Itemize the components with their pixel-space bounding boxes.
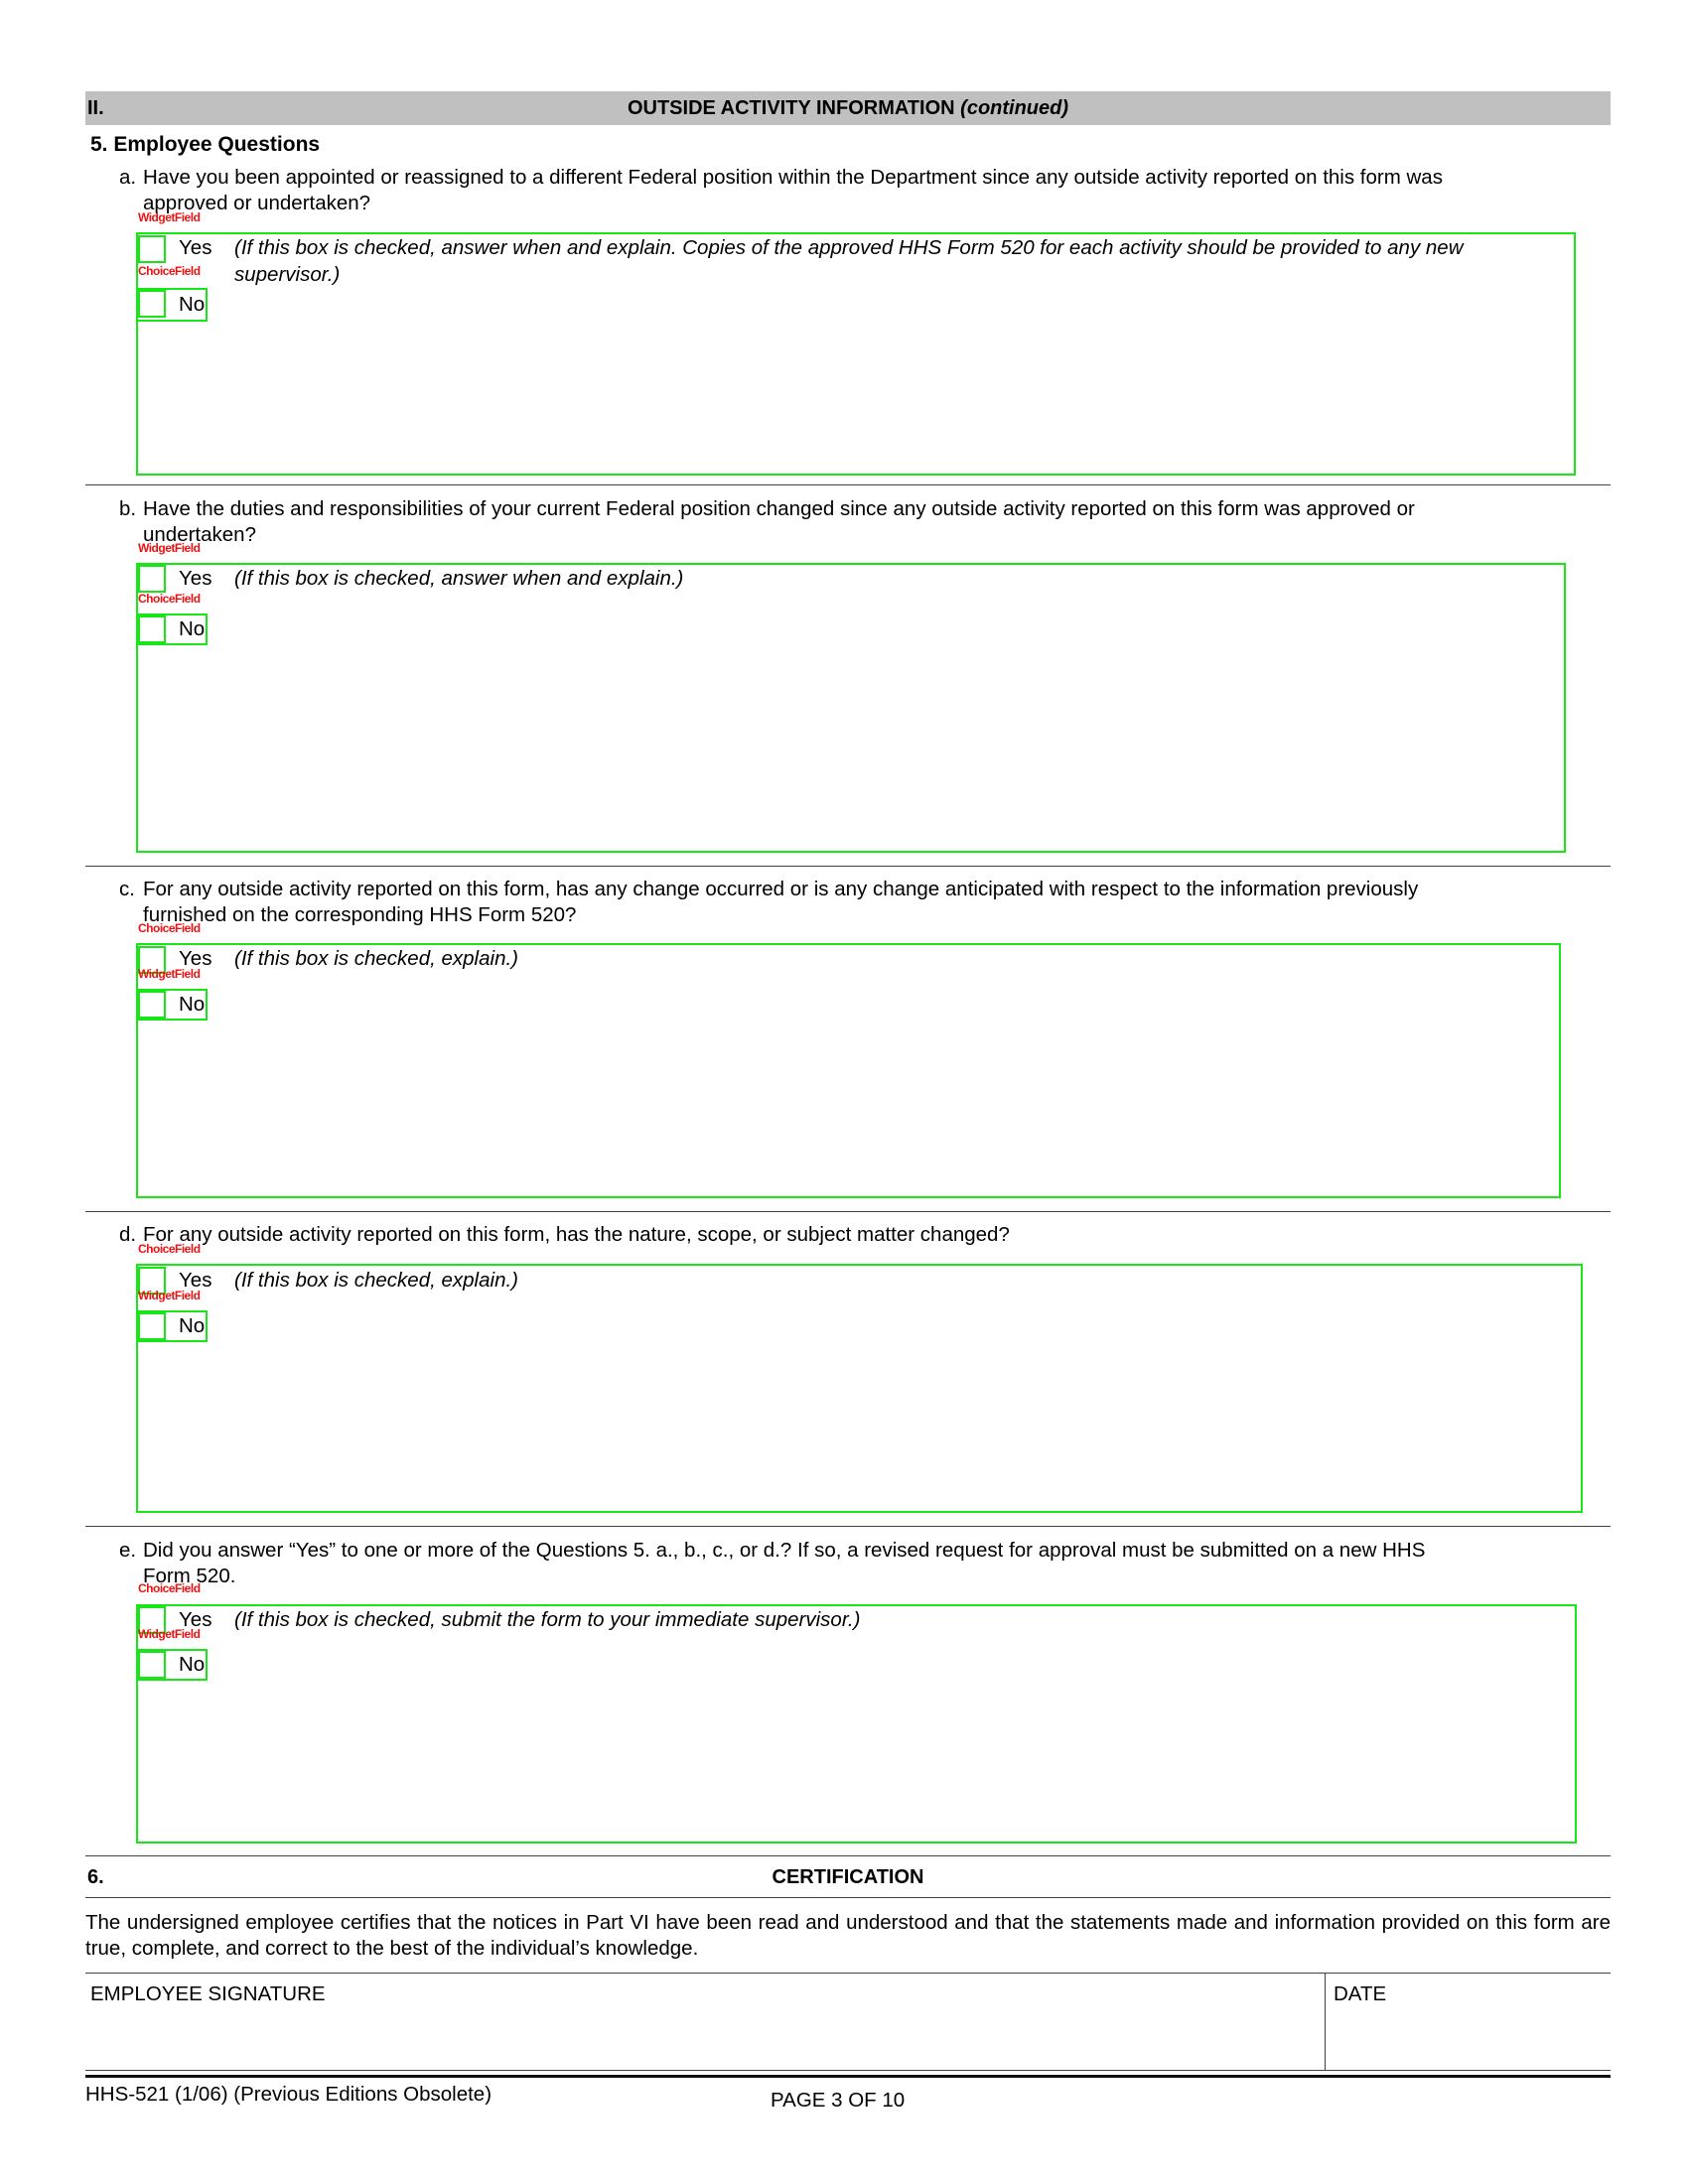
question-c-line2: furnished on the corresponding HHS Form … — [143, 903, 577, 926]
question-e-label: e. — [119, 1539, 137, 1562]
employee-signature-field[interactable] — [85, 1982, 1322, 2068]
question-c-line1: For any outside activity reported on thi… — [143, 878, 1419, 900]
question-b-line1: Have the duties and responsibilities of … — [143, 497, 1415, 520]
question-d-hint-line1: (If this box is checked, explain.) — [234, 1269, 518, 1292]
section-title-text: OUTSIDE ACTIVITY INFORMATION — [627, 97, 955, 119]
field-tag-text: Field — [175, 1581, 201, 1595]
field-tag-text: Field — [174, 1627, 201, 1641]
question-d-explanation-field[interactable] — [136, 1264, 1583, 1513]
field-tag-text: Field — [175, 264, 201, 278]
question-b-no-checkbox[interactable] — [138, 615, 166, 643]
field-tag-text: Field — [174, 967, 201, 981]
question-a-label: a. — [119, 166, 137, 189]
question-c-label: c. — [119, 878, 135, 900]
field-tag-text: Field — [175, 921, 201, 935]
question-b-hint-line1: (If this box is checked, answer when and… — [234, 567, 684, 590]
question-b-text: b. Have the duties and responsibilities o… — [119, 496, 1604, 548]
signature-date-separator — [1325, 1973, 1326, 2070]
question-c-hint-line1: (If this box is checked, explain.) — [234, 947, 518, 970]
signature-top-rule — [85, 1973, 1611, 1974]
question-a-line2: approved or undertaken? — [143, 192, 371, 214]
widget-tag: WidgetField — [138, 541, 201, 555]
widget-tag-text: Widget — [138, 967, 175, 981]
question-c-no-label: No — [179, 993, 206, 1016]
question-e-text: e. Did you answer “Yes” to one or more of… — [119, 1538, 1604, 1589]
page-number: PAGE 3 OF 10 — [771, 2089, 906, 2112]
question-divider — [85, 1211, 1611, 1212]
widget-tag: ChoiceField — [138, 1243, 201, 1255]
subsection-title: 5. Employee Questions — [90, 133, 321, 156]
question-b-line2: undertaken? — [143, 523, 256, 546]
widget-tag: ChoiceField — [138, 922, 201, 934]
question-divider — [85, 866, 1611, 867]
question-e-no-checkbox[interactable] — [138, 1651, 166, 1679]
question-divider — [85, 1855, 1611, 1856]
question-d-line1: For any outside activity reported on thi… — [143, 1223, 1010, 1246]
certification-statement: The undersigned employee certifies that … — [85, 1911, 1611, 1960]
question-d-text: d. For any outside activity reported on t… — [119, 1222, 1604, 1248]
question-e-hint: (If this box is checked, submit the form… — [234, 1606, 860, 1633]
field-tag-text: Field — [174, 541, 201, 555]
question-e-hint-line1: (If this box is checked, submit the form… — [234, 1608, 861, 1631]
certification-header: 6. CERTIFICATION — [85, 1858, 1611, 1894]
widget-tag: WidgetField — [138, 1627, 201, 1641]
widget-tag: ChoiceField — [138, 265, 201, 277]
widget-tag-text: Widget — [138, 210, 175, 224]
footer-rule — [85, 2075, 1611, 2078]
question-b-explanation-field[interactable] — [136, 563, 1566, 853]
question-e-explanation-field[interactable] — [136, 1604, 1577, 1843]
widget-tag-text: Widget — [138, 1627, 175, 1641]
question-a-yes-checkbox[interactable] — [138, 235, 166, 263]
question-a-text: a. Have you been appointed or reassigned … — [119, 165, 1604, 216]
date-field[interactable] — [1329, 1982, 1611, 2068]
section-title-suffix: (continued) — [960, 97, 1069, 119]
question-c-explanation-field[interactable] — [136, 943, 1561, 1198]
question-c-text: c. For any outside activity reported on t… — [119, 877, 1604, 928]
question-divider — [85, 1526, 1611, 1527]
question-divider — [85, 484, 1611, 485]
widget-tag: WidgetField — [138, 967, 201, 981]
field-tag-text: Field — [175, 592, 201, 606]
question-c-no-checkbox[interactable] — [138, 991, 166, 1019]
choice-tag-text: Choice — [138, 592, 176, 606]
question-a-hint: (If this box is checked, answer when and… — [234, 234, 1464, 288]
choice-tag-text: Choice — [138, 1242, 176, 1256]
question-a-line1: Have you been appointed or reassigned to… — [143, 166, 1443, 189]
question-e-line1: Did you answer “Yes” to one or more of t… — [143, 1539, 1426, 1562]
question-a-yes-label: Yes — [179, 236, 212, 259]
question-a-hint-line2: supervisor.) — [234, 263, 341, 286]
choice-tag-text: Choice — [138, 264, 176, 278]
question-b-yes-checkbox[interactable] — [138, 565, 166, 593]
question-b-yes-label: Yes — [179, 567, 212, 590]
field-tag-text: Field — [175, 1242, 201, 1256]
widget-tag: ChoiceField — [138, 593, 201, 605]
widget-tag: WidgetField — [138, 210, 201, 224]
question-c-hint: (If this box is checked, explain.) — [234, 945, 518, 972]
question-b-no-label: No — [179, 617, 206, 640]
question-b-label: b. — [119, 497, 137, 520]
signature-bottom-rule — [85, 2070, 1611, 2071]
choice-tag-text: Choice — [138, 1581, 176, 1595]
field-tag-text: Field — [174, 1289, 201, 1302]
question-d-no-label: No — [179, 1314, 206, 1337]
certification-title: CERTIFICATION — [772, 1866, 924, 1888]
section-title: OUTSIDE ACTIVITY INFORMATION (continued) — [85, 97, 1611, 120]
choice-tag-text: Choice — [138, 921, 176, 935]
question-e-line2: Form 520. — [143, 1565, 236, 1587]
section-header-bar: II. OUTSIDE ACTIVITY INFORMATION (contin… — [85, 91, 1611, 125]
question-e-no-label: No — [179, 1653, 206, 1676]
question-d-hint: (If this box is checked, explain.) — [234, 1267, 518, 1294]
form-identifier: HHS-521 (1/06) (Previous Editions Obsole… — [85, 2083, 492, 2106]
widget-tag-text: Widget — [138, 541, 175, 555]
certification-divider — [85, 1897, 1611, 1898]
widget-tag-text: Widget — [138, 1289, 175, 1302]
question-d-no-checkbox[interactable] — [138, 1312, 166, 1340]
widget-tag: ChoiceField — [138, 1582, 201, 1594]
question-a-no-label: No — [179, 293, 206, 316]
question-b-hint: (If this box is checked, answer when and… — [234, 565, 683, 592]
question-a-no-checkbox[interactable] — [138, 290, 166, 318]
field-tag-text: Field — [174, 210, 201, 224]
widget-tag: WidgetField — [138, 1289, 201, 1302]
question-a-hint-line1: (If this box is checked, answer when and… — [234, 236, 1464, 259]
